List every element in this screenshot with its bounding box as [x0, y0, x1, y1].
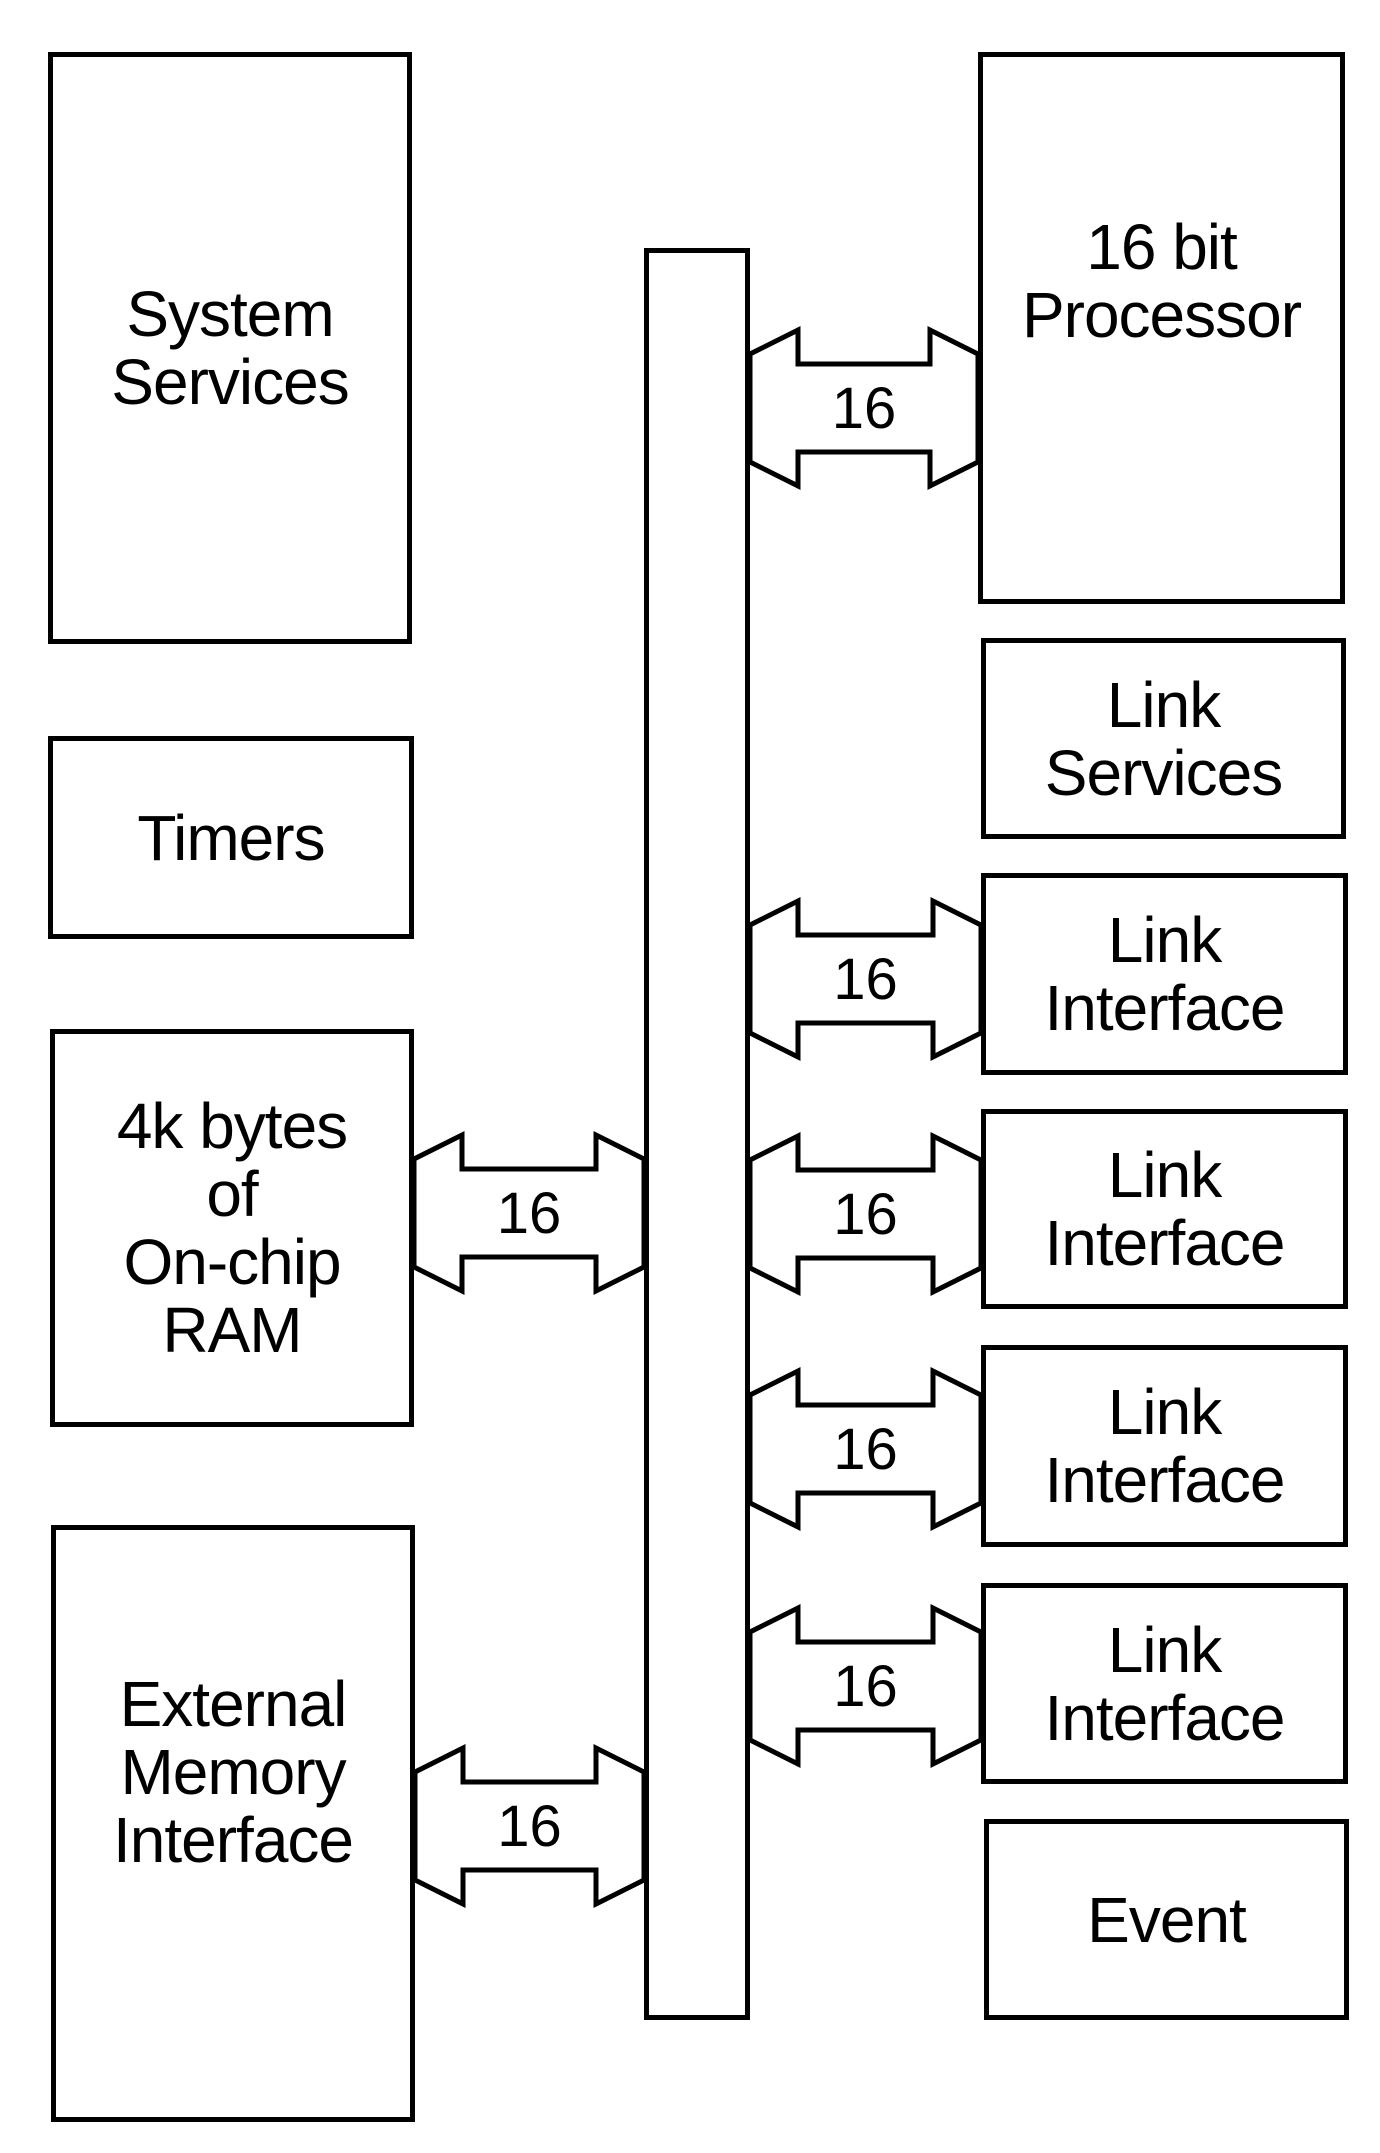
external-memory-bus-width-label: 16	[497, 1794, 562, 1859]
link-interface-4-bus-width-label: 16	[833, 1654, 898, 1719]
processor-bus-width-label: 16	[832, 376, 897, 441]
link-interface-1-bus-width-label: 16	[833, 947, 898, 1012]
ram-bus-width-label: 16	[497, 1181, 562, 1246]
bus-arrows: 16 16 16 16 16 16 16	[411, 325, 984, 1909]
link-interface-2-bus-width-label: 16	[833, 1182, 898, 1247]
link-interface-3-bus-width-label: 16	[833, 1417, 898, 1482]
